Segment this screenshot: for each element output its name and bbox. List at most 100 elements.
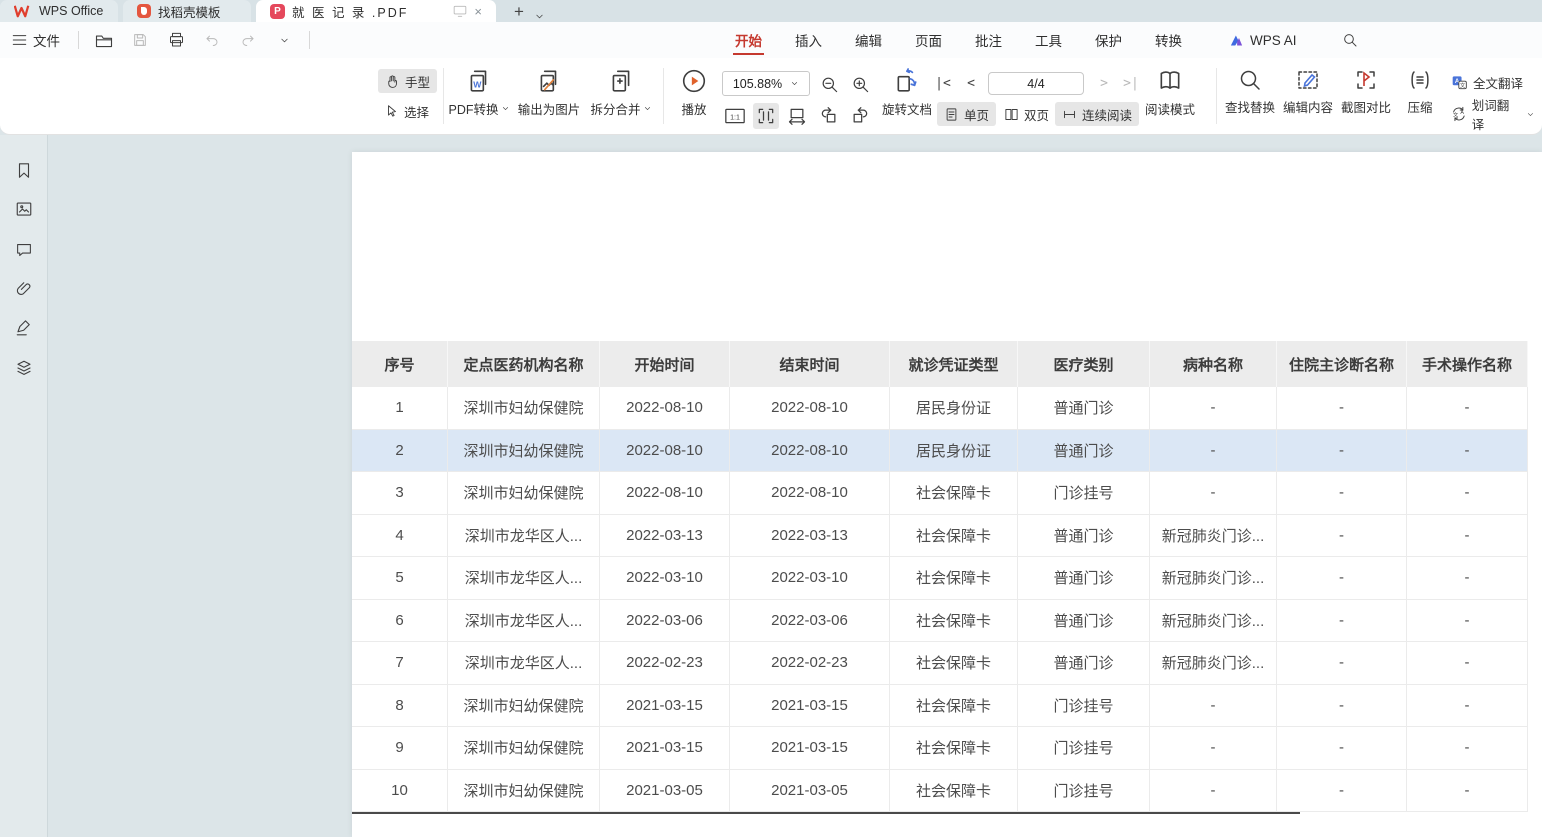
- table-cell: 深圳市龙华区人...: [448, 642, 600, 685]
- tab-home[interactable]: 开始: [733, 24, 764, 56]
- export-image-button[interactable]: 输出为图片: [514, 68, 584, 118]
- continuous-reading-icon: [1062, 107, 1077, 122]
- tab-label: 找稻壳模板: [158, 2, 221, 21]
- compress-label: 压缩: [1407, 97, 1432, 116]
- next-page-button[interactable]: >: [1093, 72, 1115, 94]
- tab-insert[interactable]: 插入: [793, 24, 824, 56]
- find-replace-button[interactable]: 查找替换: [1221, 68, 1279, 116]
- tab-page[interactable]: 页面: [913, 24, 944, 56]
- file-menu-button[interactable]: 文件: [8, 27, 64, 53]
- tab-wps-office[interactable]: WPS Office: [0, 0, 118, 22]
- continuous-reading-button[interactable]: 连续阅读: [1055, 102, 1139, 126]
- select-tool-button[interactable]: 选择: [378, 99, 436, 123]
- zoom-level-combobox[interactable]: 105.88%: [722, 71, 810, 96]
- window-tab-bar: WPS Office 找稻壳模板 P 就 医 记 录 .PDF × +: [0, 0, 1542, 22]
- table-cell: -: [1277, 685, 1407, 728]
- first-page-button[interactable]: |<: [932, 72, 954, 94]
- bookmarks-panel-button[interactable]: [12, 158, 36, 182]
- table-cell: 9: [352, 727, 448, 770]
- left-sidebar-rail: [0, 135, 48, 837]
- cursor-icon: [385, 104, 399, 118]
- full-text-translate-button[interactable]: A文 全文翻译: [1444, 70, 1530, 94]
- table-cell: 2022-08-10: [600, 387, 730, 430]
- table-cell: 社会保障卡: [890, 472, 1018, 515]
- tab-docer-templates[interactable]: 找稻壳模板: [123, 0, 251, 22]
- quick-access-chevron-icon[interactable]: [273, 29, 295, 51]
- pdf-page[interactable]: 序号定点医药机构名称开始时间结束时间就诊凭证类型医疗类别病种名称住院主诊断名称手…: [352, 152, 1542, 837]
- table-cell: 社会保障卡: [890, 770, 1018, 813]
- table-cell: 2022-02-23: [730, 642, 890, 685]
- close-tab-icon[interactable]: ×: [474, 5, 482, 18]
- zoom-out-button[interactable]: [816, 71, 842, 97]
- tab-protect[interactable]: 保护: [1093, 24, 1124, 56]
- screen-share-icon[interactable]: [453, 5, 467, 17]
- table-cell: -: [1150, 472, 1277, 515]
- tab-list-chevron-icon[interactable]: [534, 11, 545, 22]
- table-cell: -: [1407, 387, 1528, 430]
- undo-button[interactable]: [201, 29, 223, 51]
- layers-panel-button[interactable]: [12, 356, 36, 380]
- zoom-level-value: 105.88%: [733, 77, 782, 91]
- single-page-button[interactable]: 单页: [937, 102, 996, 126]
- table-cell: 门诊挂号: [1018, 727, 1150, 770]
- table-row: 8深圳市妇幼保健院2021-03-152021-03-15社会保障卡门诊挂号--…: [352, 685, 1528, 728]
- table-cell: 社会保障卡: [890, 685, 1018, 728]
- tab-tools[interactable]: 工具: [1033, 24, 1064, 56]
- wps-ai-button[interactable]: WPS AI: [1229, 33, 1297, 48]
- table-cell: 深圳市龙华区人...: [448, 600, 600, 643]
- prev-page-button[interactable]: <: [960, 72, 982, 94]
- tab-annotate[interactable]: 批注: [973, 24, 1004, 56]
- rotate-right-button[interactable]: [847, 103, 873, 129]
- hamburger-icon: [12, 34, 27, 46]
- comments-panel-button[interactable]: [12, 237, 36, 261]
- split-merge-button[interactable]: 拆分合并: [588, 68, 654, 118]
- tab-convert[interactable]: 转换: [1153, 24, 1184, 56]
- fit-page-button[interactable]: [753, 103, 779, 129]
- attachments-panel-button[interactable]: [12, 277, 36, 301]
- word-translate-button[interactable]: 文A 划词翻译: [1444, 102, 1542, 126]
- actual-size-button[interactable]: 1:1: [722, 103, 748, 129]
- double-page-icon: [1004, 107, 1019, 122]
- rotate-document-button[interactable]: 旋转文档: [878, 68, 936, 118]
- compress-button[interactable]: 压缩: [1398, 68, 1442, 116]
- table-cell: -: [1277, 727, 1407, 770]
- zoom-in-button[interactable]: [847, 71, 873, 97]
- paperclip-icon: [15, 280, 33, 298]
- table-cell: -: [1277, 515, 1407, 558]
- screenshot-compare-button[interactable]: 截图对比: [1337, 68, 1395, 116]
- page-number-input[interactable]: 4/4: [988, 72, 1084, 95]
- tab-medical-record-pdf[interactable]: P 就 医 记 录 .PDF ×: [256, 0, 496, 22]
- play-slideshow-button[interactable]: 播放: [674, 68, 714, 118]
- hand-icon: [385, 74, 400, 89]
- split-merge-icon: [608, 68, 634, 94]
- tab-edit[interactable]: 编辑: [853, 24, 884, 56]
- table-cell: 深圳市妇幼保健院: [448, 770, 600, 813]
- print-button[interactable]: [165, 29, 187, 51]
- table-cell: 2022-03-13: [730, 515, 890, 558]
- last-page-button[interactable]: >|: [1120, 72, 1142, 94]
- open-file-button[interactable]: [93, 29, 115, 51]
- play-icon: [681, 68, 707, 94]
- edit-content-button[interactable]: 编辑内容: [1279, 68, 1337, 116]
- table-cell: -: [1407, 515, 1528, 558]
- signature-panel-button[interactable]: [12, 316, 36, 340]
- read-mode-button[interactable]: 阅读模式: [1140, 68, 1200, 118]
- menu-search-button[interactable]: [1342, 32, 1358, 48]
- thumbnails-panel-button[interactable]: [12, 197, 36, 221]
- table-cell: 6: [352, 600, 448, 643]
- hand-tool-button[interactable]: 手型: [378, 69, 437, 93]
- fit-width-button[interactable]: [784, 103, 810, 129]
- table-cell: -: [1277, 557, 1407, 600]
- save-button[interactable]: [129, 29, 151, 51]
- redo-button[interactable]: [237, 29, 259, 51]
- table-bottom-border: [352, 812, 1300, 814]
- table-row: 2深圳市妇幼保健院2022-08-102022-08-10居民身份证普通门诊--…: [352, 430, 1528, 473]
- table-cell: 2021-03-15: [600, 727, 730, 770]
- wps-logo-icon: [14, 4, 32, 18]
- pdf-convert-button[interactable]: W PDF转换: [446, 68, 512, 118]
- rotate-left-button[interactable]: [816, 103, 842, 129]
- new-tab-button[interactable]: +: [510, 2, 528, 22]
- table-cell: -: [1277, 472, 1407, 515]
- single-page-icon: [944, 107, 959, 122]
- pdf-convert-label: PDF转换: [448, 99, 498, 118]
